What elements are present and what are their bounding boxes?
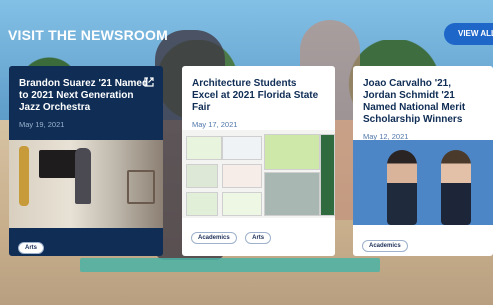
architecture-panel — [264, 172, 320, 216]
chair-shape — [127, 170, 155, 204]
card-header: Brandon Suarez '21 Named to 2021 Next Ge… — [9, 66, 163, 140]
architecture-panel — [222, 192, 262, 216]
architecture-panel — [186, 136, 222, 160]
news-card[interactable]: Architecture Students Excel at 2021 Flor… — [182, 66, 335, 256]
tag-arts[interactable]: Arts — [245, 232, 272, 244]
external-link-icon[interactable] — [144, 77, 154, 87]
architecture-panel — [320, 134, 335, 216]
student-portrait — [387, 150, 417, 225]
card-header: Joao Carvalho '21, Jordan Schmidt '21 Na… — [353, 66, 493, 141]
architecture-panel — [264, 134, 320, 170]
architecture-panel — [222, 164, 262, 188]
news-card[interactable]: Brandon Suarez '21 Named to 2021 Next Ge… — [9, 66, 163, 256]
card-date: May 17, 2021 — [192, 120, 238, 129]
tag-arts[interactable]: Arts — [18, 242, 45, 254]
architecture-panel — [186, 164, 218, 188]
card-tags: Academics Arts — [191, 226, 275, 244]
newsroom-section: VISIT THE NEWSROOM VIEW ALL Brandon Suar… — [0, 0, 493, 305]
saxophone-shape — [19, 146, 29, 206]
student-figure — [75, 148, 91, 204]
news-card[interactable]: Joao Carvalho '21, Jordan Schmidt '21 Na… — [353, 66, 493, 256]
architecture-panel — [186, 192, 218, 216]
architecture-panel — [222, 136, 262, 160]
card-title[interactable]: Brandon Suarez '21 Named to 2021 Next Ge… — [19, 78, 153, 114]
card-tags: Academics — [362, 234, 412, 252]
background-mat — [80, 258, 380, 272]
tag-academics[interactable]: Academics — [191, 232, 237, 244]
card-title[interactable]: Architecture Students Excel at 2021 Flor… — [192, 78, 325, 114]
card-image[interactable] — [182, 130, 335, 218]
card-tags: Arts — [18, 236, 48, 254]
card-date: May 19, 2021 — [19, 120, 65, 129]
card-image[interactable] — [353, 140, 493, 225]
card-title[interactable]: Joao Carvalho '21, Jordan Schmidt '21 Na… — [363, 78, 483, 126]
student-portrait — [441, 150, 471, 225]
tag-academics[interactable]: Academics — [362, 240, 408, 252]
view-all-button[interactable]: VIEW ALL — [444, 23, 493, 45]
card-image[interactable] — [9, 140, 163, 228]
section-heading: VISIT THE NEWSROOM — [8, 27, 168, 43]
card-header: Architecture Students Excel at 2021 Flor… — [182, 66, 335, 130]
